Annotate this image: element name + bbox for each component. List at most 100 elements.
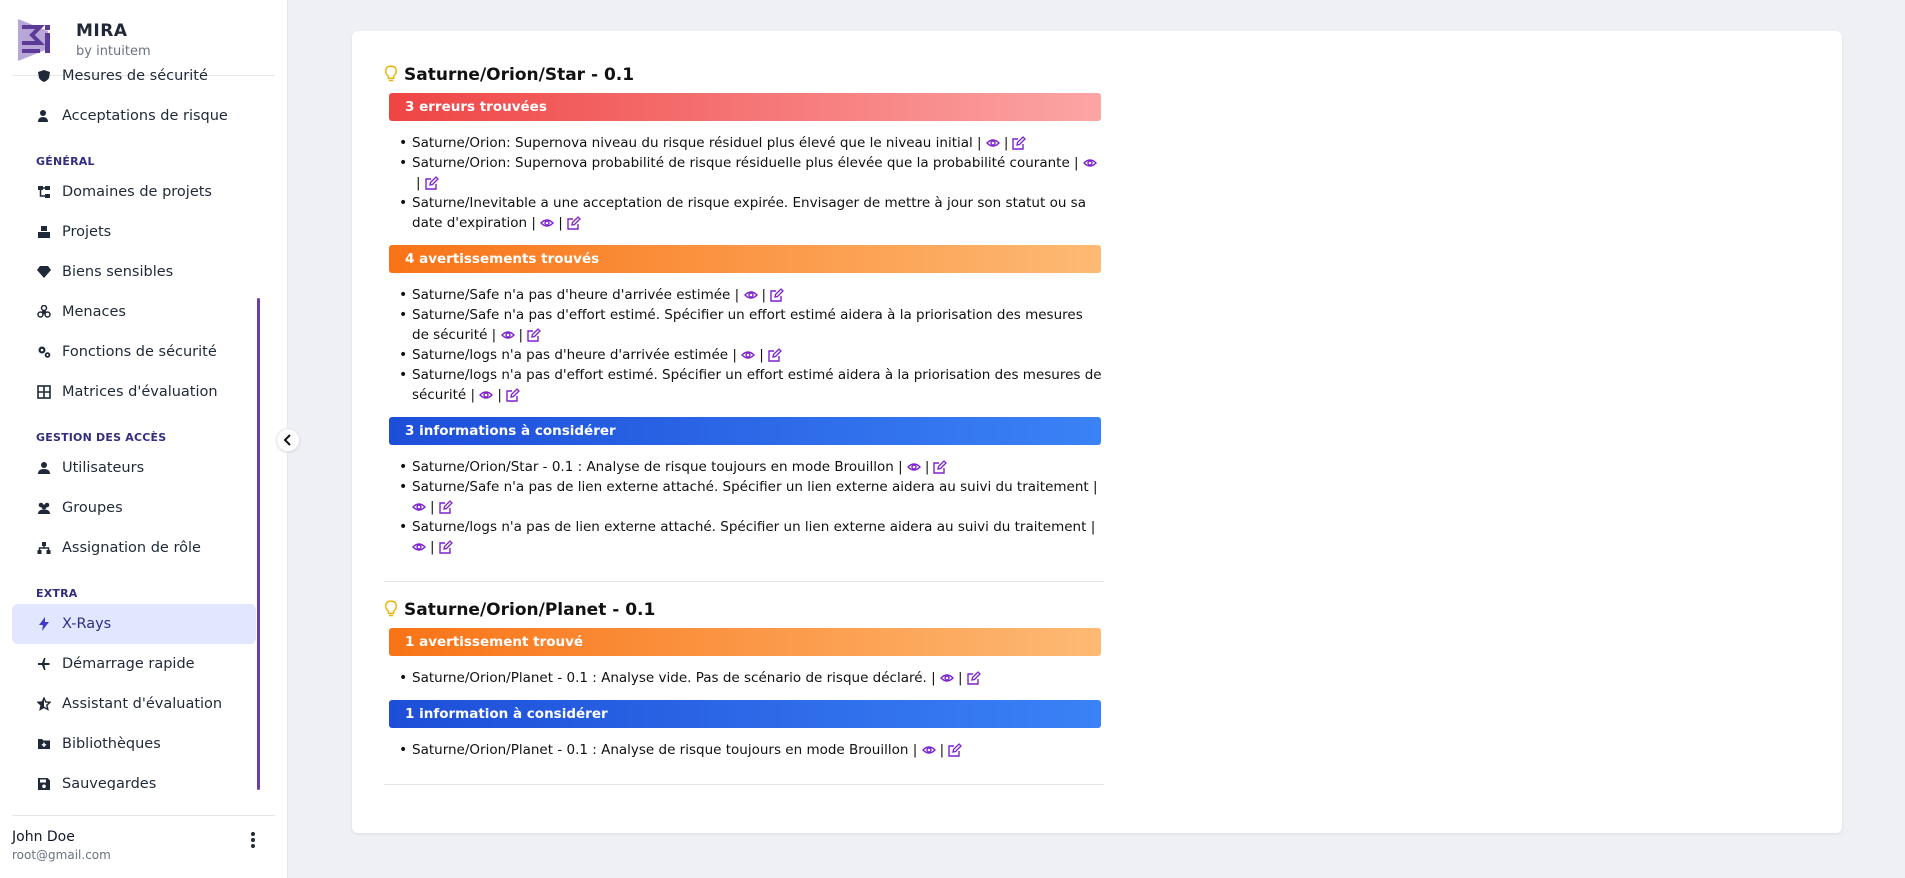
sidebar-item-bibliotheques[interactable]: Bibliothèques — [12, 724, 256, 764]
star-half-icon — [36, 696, 52, 712]
eye-icon[interactable] — [540, 216, 555, 230]
sidebar-item-label: Utilisateurs — [62, 460, 145, 476]
separator: | — [518, 327, 524, 343]
sidebar-item-utilisateurs[interactable]: Utilisateurs — [12, 448, 256, 488]
edit-icon[interactable] — [770, 288, 784, 302]
project-title: Saturne/Orion/Star - 0.1 — [384, 61, 1104, 89]
section-title-gestion-des-acces: GESTION DES ACCÈS — [36, 431, 167, 444]
sidebar-item-label: Matrices d'évaluation — [62, 384, 218, 400]
list-item: Saturne/logs n'a pas d'effort estimé. Sp… — [399, 365, 1102, 405]
sidebar-item-label: Bibliothèques — [62, 736, 161, 752]
message-text: Saturne/Safe n'a pas d'heure d'arrivée e… — [412, 287, 740, 303]
separator: | — [761, 287, 767, 303]
sidebar-item-biens-sensibles[interactable]: Biens sensibles — [12, 252, 256, 292]
table-cells-icon — [36, 384, 52, 400]
user-menu-icon[interactable] — [246, 830, 260, 850]
hierarchy-icon — [36, 540, 52, 556]
eye-icon[interactable] — [921, 743, 936, 757]
separator: | — [430, 539, 435, 555]
project-title-text: Saturne/Orion/Planet - 0.1 — [404, 600, 656, 620]
message-text: Saturne/Orion: Supernova niveau du risqu… — [412, 135, 982, 151]
sidebar-item-sauvegardes[interactable]: Sauvegardes — [12, 764, 256, 790]
edit-icon[interactable] — [1012, 136, 1027, 150]
eye-icon[interactable] — [500, 328, 515, 342]
eye-icon[interactable] — [906, 460, 921, 474]
separator: | — [430, 499, 435, 515]
user-panel: John Doe root@gmail.com — [12, 817, 111, 862]
sidebar-item-menaces[interactable]: Menaces — [12, 292, 256, 332]
sidebar: MIRA by intuitem Mesures de sécurité Acce… — [0, 0, 288, 878]
sidebar-nav[interactable]: Mesures de sécurité Acceptations de risqu… — [12, 64, 256, 790]
eye-icon[interactable] — [1082, 156, 1097, 170]
eye-icon[interactable] — [412, 540, 426, 554]
eye-icon[interactable] — [743, 288, 758, 302]
separator: | — [1003, 135, 1009, 151]
info-banner: 3 informations à considérer — [389, 417, 1101, 445]
bolt-icon — [36, 616, 52, 632]
sidebar-collapse-button[interactable] — [276, 428, 300, 452]
list-item: Saturne/Orion: Supernova probabilité de … — [399, 153, 1102, 193]
sidebar-item-groupes[interactable]: Groupes — [12, 488, 256, 528]
edit-icon[interactable] — [438, 540, 453, 554]
sidebar-item-mesures-de-securite[interactable]: Mesures de sécurité — [12, 64, 256, 96]
sidebar-item-assistant-d-evaluation[interactable]: Assistant d'évaluation — [12, 684, 256, 724]
eye-icon[interactable] — [939, 671, 954, 685]
sidebar-item-label: Sauvegardes — [62, 776, 157, 790]
list-item: Saturne/Safe n'a pas d'heure d'arrivée e… — [399, 285, 1102, 305]
sidebar-item-fonctions-de-securite[interactable]: Fonctions de sécurité — [12, 332, 256, 372]
gears-icon — [36, 344, 52, 360]
list-item: Saturne/logs n'a pas de lien externe att… — [399, 517, 1102, 557]
list-item: Saturne/Orion/Star - 0.1 : Analyse de ri… — [399, 457, 1102, 477]
edit-icon[interactable] — [948, 743, 963, 757]
message-text: Saturne/Orion: Supernova probabilité de … — [412, 155, 1079, 171]
info-banner: 1 information à considérer — [389, 700, 1101, 728]
edit-icon[interactable] — [933, 460, 948, 474]
brand[interactable]: MIRA by intuitem — [18, 18, 151, 62]
sidebar-item-projets[interactable]: Projets — [12, 212, 256, 252]
edit-icon[interactable] — [424, 176, 439, 190]
eye-icon[interactable] — [985, 136, 1000, 150]
xrays-content: Saturne/Orion/Star - 0.1 3 erreurs trouvé… — [384, 61, 1104, 799]
sidebar-item-label: Groupes — [62, 500, 123, 516]
separator: | — [924, 459, 930, 475]
message-list: Saturne/Orion/Planet - 0.1 : Analyse de … — [384, 740, 1104, 760]
separator: | — [558, 215, 563, 231]
separator: | — [416, 175, 421, 191]
biohazard-icon — [36, 304, 52, 320]
sidebar-item-demarrage-rapide[interactable]: Démarrage rapide — [12, 644, 256, 684]
eye-icon[interactable] — [479, 388, 494, 402]
warnings-banner: 4 avertissements trouvés — [389, 245, 1101, 273]
edit-icon[interactable] — [438, 500, 453, 514]
sidebar-item-label: Projets — [62, 224, 112, 240]
user-email: root@gmail.com — [12, 848, 111, 862]
brand-subtitle: by intuitem — [76, 44, 151, 59]
eye-icon[interactable] — [741, 348, 756, 362]
sidebar-item-matrices-d-evaluation[interactable]: Matrices d'évaluation — [12, 372, 256, 412]
sidebar-scrollbar[interactable] — [257, 298, 260, 790]
message-text: Saturne/Orion/Star - 0.1 : Analyse de ri… — [412, 459, 903, 475]
message-text: Saturne/Orion/Planet - 0.1 : Analyse de … — [412, 742, 918, 758]
save-icon — [36, 776, 52, 790]
sidebar-item-label: Acceptations de risque — [62, 108, 228, 124]
sidebar-item-assignation-de-role[interactable]: Assignation de rôle — [12, 528, 256, 568]
xrays-card: Saturne/Orion/Star - 0.1 3 erreurs trouvé… — [352, 31, 1842, 833]
edit-icon[interactable] — [506, 388, 520, 402]
list-item: Saturne/Orion: Supernova niveau du risqu… — [399, 133, 1102, 153]
sidebar-item-label: Mesures de sécurité — [62, 68, 208, 84]
edit-icon[interactable] — [527, 328, 542, 342]
edit-icon[interactable] — [768, 348, 782, 362]
list-item: Saturne/Inevitable a une acceptation de … — [399, 193, 1102, 233]
sidebar-item-label: X-Rays — [62, 616, 112, 632]
sidebar-item-x-rays[interactable]: X-Rays — [12, 604, 256, 644]
lightbulb-icon — [384, 600, 400, 620]
eye-icon[interactable] — [412, 500, 426, 514]
message-text: Saturne/logs n'a pas de lien externe att… — [412, 519, 1096, 535]
edit-icon[interactable] — [567, 216, 581, 230]
sidebar-item-acceptations-de-risque[interactable]: Acceptations de risque — [12, 96, 256, 136]
sidebar-item-label: Fonctions de sécurité — [62, 344, 217, 360]
edit-icon[interactable] — [966, 671, 981, 685]
sidebar-item-domaines-de-projets[interactable]: Domaines de projets — [12, 172, 256, 212]
message-text: Saturne/Inevitable a une acceptation de … — [412, 195, 1086, 231]
